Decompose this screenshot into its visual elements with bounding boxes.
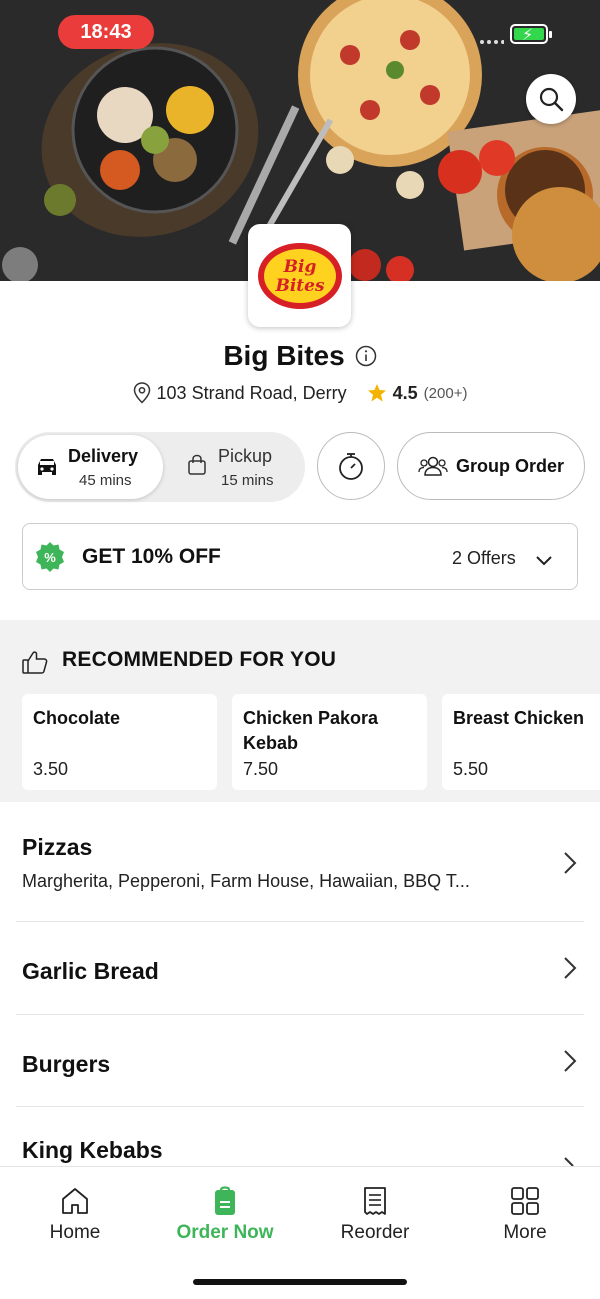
grid-icon: [511, 1187, 539, 1215]
search-button[interactable]: [526, 74, 576, 124]
status-time: 18:43: [58, 15, 154, 49]
chevron-down-icon: [536, 556, 552, 566]
tab-label: More: [503, 1222, 547, 1243]
store-address: 103 Strand Road, Derry: [156, 382, 347, 403]
battery-icon: ⚡: [510, 24, 552, 44]
receipt-icon: [364, 1187, 386, 1215]
order-bag-icon: [215, 1186, 235, 1215]
tab-label: Order Now: [176, 1222, 274, 1243]
store-title-row: Big Bites: [0, 336, 600, 376]
tab-label: Home: [49, 1222, 101, 1243]
star-icon: [367, 384, 386, 402]
store-name: Big Bites: [223, 340, 345, 371]
chevron-right-icon: [564, 957, 577, 979]
group-order-label: Group Order: [455, 455, 564, 476]
delivery-label: Delivery: [68, 446, 139, 466]
chevron-right-icon: [564, 1050, 577, 1072]
pickup-label: Pickup: [218, 446, 273, 466]
category-title: Burgers: [22, 1051, 111, 1077]
thumbs-up-icon: [22, 651, 48, 674]
category-title: Garlic Bread: [22, 958, 159, 984]
shopping-bag-icon: [188, 454, 206, 475]
big-bites-logo-image: Big Bites: [257, 242, 342, 309]
chevron-right-icon: [564, 852, 577, 874]
search-icon: [539, 87, 564, 112]
home-indicator: [193, 1279, 407, 1285]
offer-text: GET 10% OFF: [82, 545, 221, 568]
recommended-title: RECOMMENDED FOR YOU: [62, 648, 337, 671]
home-icon: [62, 1188, 88, 1214]
tab-more[interactable]: More: [465, 1186, 585, 1256]
category-title: King Kebabs: [22, 1137, 163, 1163]
rating-count: (200+): [423, 384, 468, 402]
tab-label: Reorder: [340, 1222, 410, 1243]
svg-text:Bites: Bites: [274, 276, 324, 296]
recommended-item-price: 3.50: [33, 759, 69, 779]
signal-dots-icon: [480, 40, 504, 44]
recommended-item-name: Chicken Pakora Kebab: [243, 708, 379, 753]
recommended-item-name: Chocolate: [33, 708, 121, 728]
discount-badge-symbol: %: [44, 550, 56, 565]
pickup-time: 15 mins: [221, 472, 274, 489]
discount-badge-icon: %: [36, 542, 64, 572]
tab-home[interactable]: Home: [15, 1186, 135, 1256]
store-rating: 4.5: [392, 382, 418, 403]
location-pin-icon: [133, 382, 150, 404]
schedule-button[interactable]: [317, 432, 385, 500]
chevron-right-icon: [564, 1157, 574, 1166]
delivery-time: 45 mins: [79, 472, 132, 489]
info-icon[interactable]: [355, 345, 377, 367]
recommended-item-name: Breast Chicken: [453, 708, 585, 728]
category-title: Pizzas: [22, 834, 93, 860]
offers-count: 2 Offers: [452, 548, 516, 568]
tab-reorder[interactable]: Reorder: [315, 1186, 435, 1256]
store-logo: Big Bites: [248, 224, 351, 327]
timer-icon: [339, 453, 363, 480]
recommended-item-price: 7.50: [243, 759, 279, 779]
svg-text:Big: Big: [282, 257, 316, 277]
car-icon: [38, 459, 56, 475]
store-address-row: 103 Strand Road, Derry 4.5 (200+): [0, 378, 600, 408]
group-order-button[interactable]: Group Order: [397, 432, 585, 500]
tab-order-now[interactable]: Order Now: [165, 1186, 285, 1256]
category-subtitle: Margherita, Pepperoni, Farm House, Hawai…: [22, 871, 470, 891]
group-users-icon: [418, 456, 448, 476]
category-row-pizzas[interactable]: [0, 812, 600, 920]
recommended-item-price: 5.50: [453, 759, 489, 779]
